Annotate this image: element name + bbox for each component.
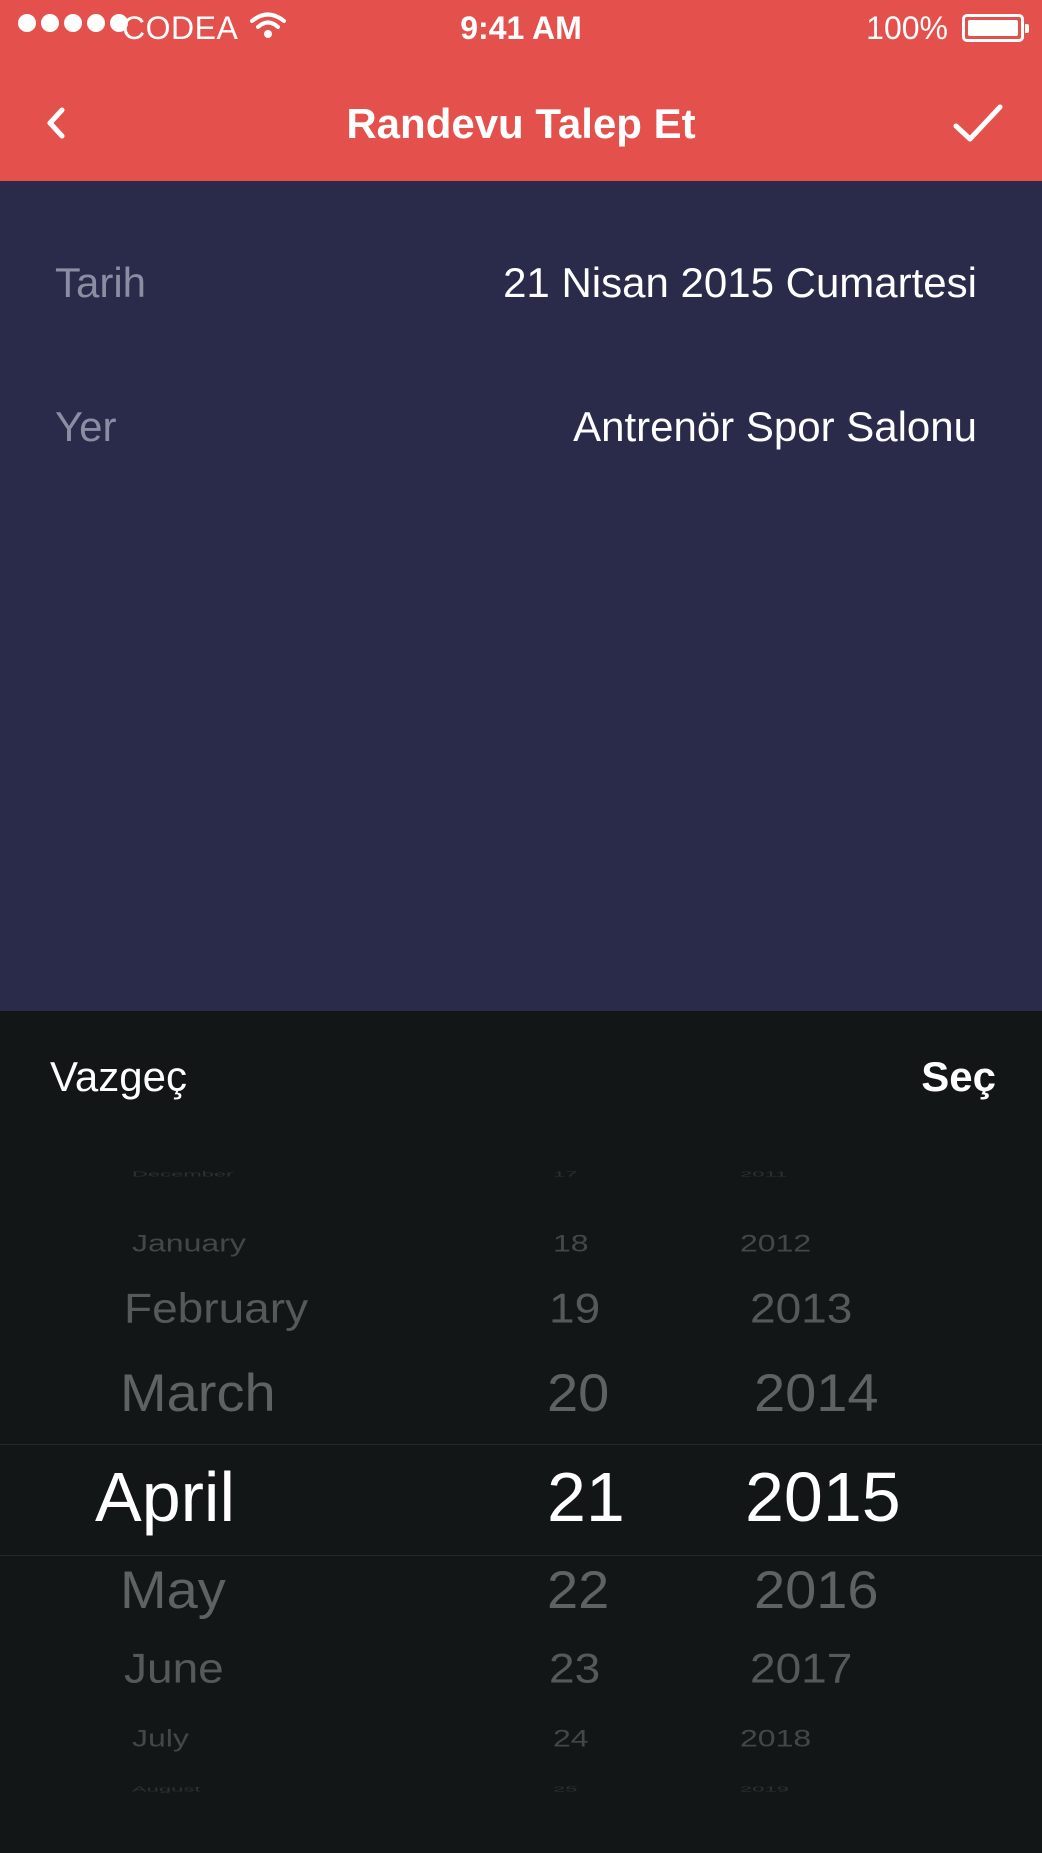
status-bar: CODEA 9:41 AM 100% [0,0,1042,58]
month-option[interactable]: August [132,1784,201,1793]
month-option[interactable]: May [120,1559,226,1621]
app-header: CODEA 9:41 AM 100% Randevu Talep Et [0,0,1042,181]
day-option[interactable]: 17 [553,1169,577,1178]
appointment-form: Tarih 21 Nisan 2015 Cumartesi Yer Antren… [0,181,1042,1011]
day-option[interactable]: 25 [553,1784,577,1793]
day-column[interactable]: 17 18 19 20 21 22 23 24 25 [545,1146,645,1853]
year-option[interactable]: 2016 [754,1559,879,1621]
day-option[interactable]: 20 [547,1362,609,1424]
location-label: Yer [55,403,117,450]
year-option[interactable]: 2018 [740,1724,811,1752]
month-option[interactable]: March [120,1362,276,1424]
year-option[interactable]: 2012 [740,1229,811,1257]
date-label: Tarih [55,259,147,306]
year-option[interactable]: 2019 [740,1784,789,1793]
month-option[interactable]: January [132,1229,246,1257]
year-column[interactable]: 2011 2012 2013 2014 2015 2016 2017 2018 2019 [740,1146,960,1853]
month-selected[interactable]: April [95,1457,235,1537]
month-option[interactable]: December [132,1169,233,1178]
battery-percentage: 100% [866,10,948,46]
month-column[interactable]: December January February March April May June… [95,1146,500,1853]
select-button[interactable]: Seç [921,1053,996,1101]
date-value[interactable]: 21 Nisan 2015 Cumartesi [503,259,977,307]
page-title: Randevu Talep Et [346,100,696,147]
month-option[interactable]: July [132,1724,189,1752]
picker-toolbar: Vazgeç Seç [0,1011,1042,1146]
location-value[interactable]: Antrenör Spor Salonu [573,403,977,451]
location-row[interactable]: Yer Antrenör Spor Salonu [0,385,1042,465]
date-picker-wheel[interactable]: December January February March April May June… [0,1146,1042,1853]
year-option[interactable]: 2017 [750,1644,852,1693]
day-selected[interactable]: 21 [547,1457,625,1537]
date-row[interactable]: Tarih 21 Nisan 2015 Cumartesi [0,241,1042,321]
month-option[interactable]: June [124,1644,224,1693]
day-option[interactable]: 23 [549,1644,600,1693]
day-option[interactable]: 18 [553,1229,589,1257]
cancel-button[interactable]: Vazgeç [50,1053,187,1101]
day-option[interactable]: 19 [549,1284,600,1333]
year-option[interactable]: 2014 [754,1362,879,1424]
year-option[interactable]: 2013 [750,1284,852,1333]
day-option[interactable]: 22 [547,1559,609,1621]
day-option[interactable]: 24 [553,1724,589,1752]
year-option[interactable]: 2011 [740,1169,787,1178]
navigation-bar: Randevu Talep Et [0,70,1042,180]
battery-icon [962,14,1029,42]
year-selected[interactable]: 2015 [745,1457,901,1537]
checkmark-icon[interactable] [950,98,1006,148]
month-option[interactable]: February [124,1284,308,1333]
